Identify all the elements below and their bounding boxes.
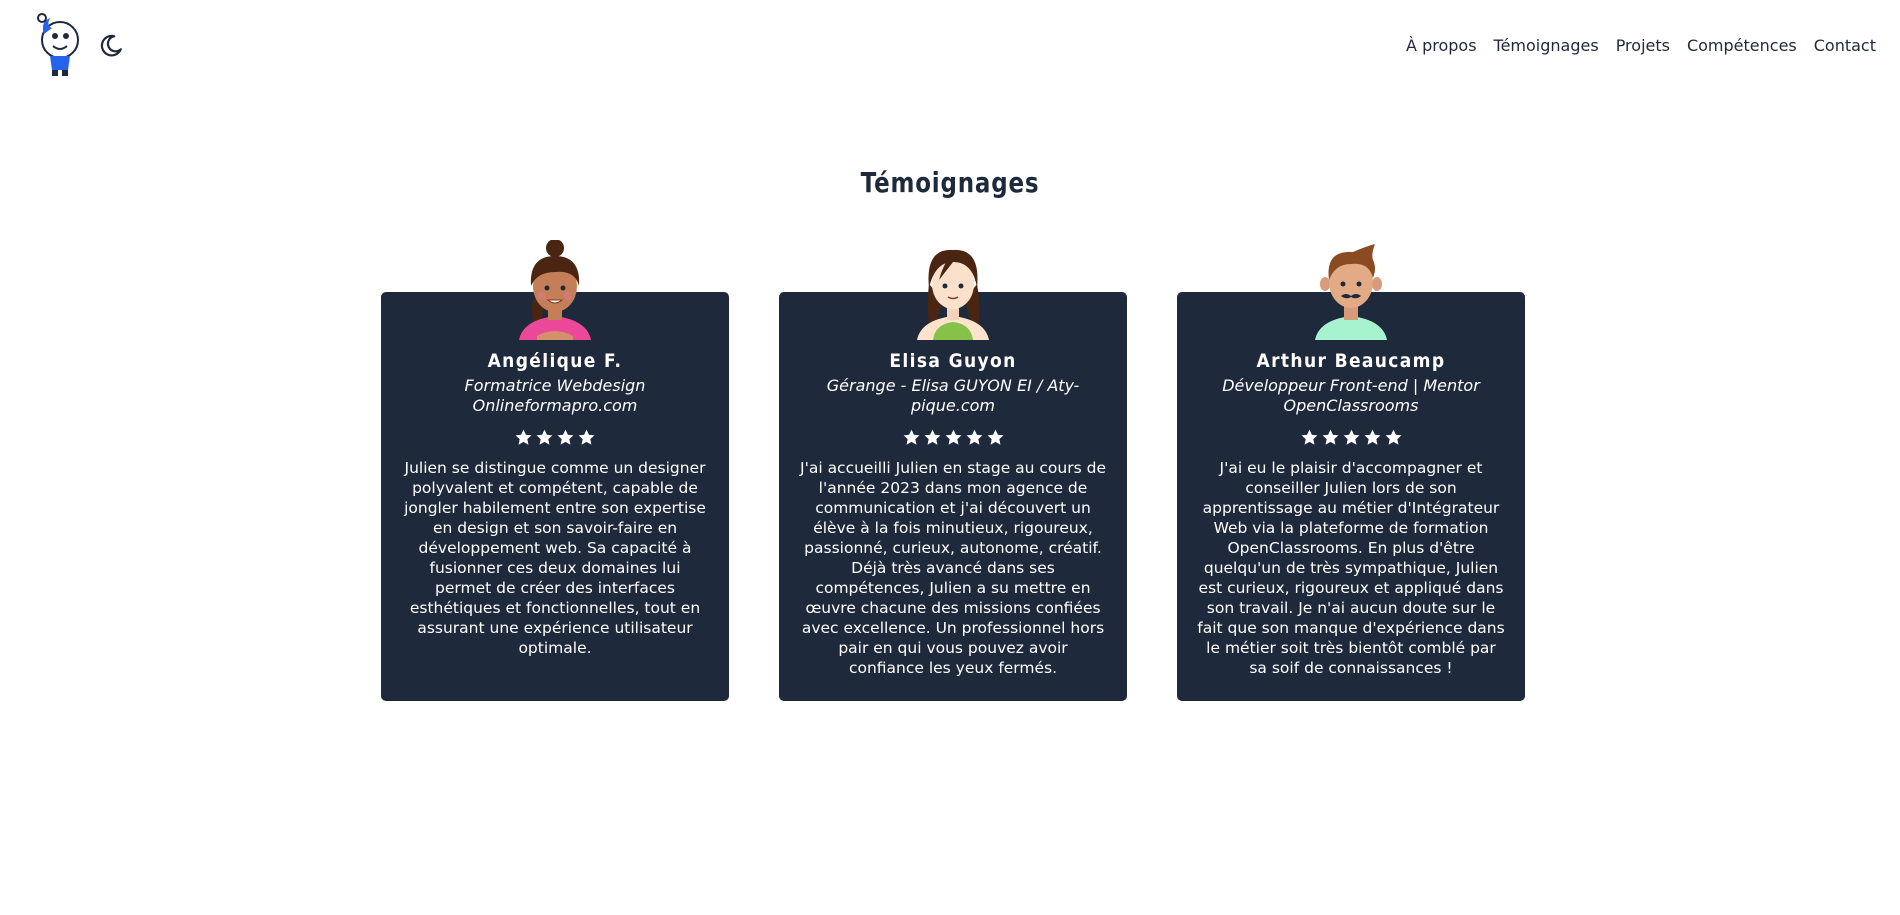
author-name: Angélique F. (487, 350, 623, 372)
star-icon (903, 429, 919, 445)
star-icon (966, 429, 982, 445)
testimonial-text: J'ai eu le plaisir d'accompagner et cons… (1197, 459, 1505, 677)
site-header: À propos Témoignages Projets Compétences… (0, 0, 1900, 95)
star-rating (799, 428, 1107, 448)
star-icon (515, 429, 532, 445)
nav-link-contact[interactable]: Contact (1814, 36, 1876, 55)
star-icon (924, 429, 940, 445)
nav-link-projets[interactable]: Projets (1616, 36, 1670, 55)
star-icon (1322, 429, 1338, 445)
moon-icon[interactable] (98, 33, 124, 59)
star-icon (1301, 429, 1317, 445)
star-rating (401, 428, 709, 448)
author-role: Formatrice Webdesign Onlineformapro.com (464, 376, 646, 415)
author-role: Développeur Front-end | Mentor OpenClass… (1222, 376, 1480, 415)
star-icon (536, 429, 553, 445)
star-icon (945, 429, 961, 445)
author-name: Elisa Guyon (889, 350, 1017, 372)
testimonial-card: Elisa Guyon Gérange - Elisa GUYON EI / A… (779, 249, 1127, 701)
nav-link-competences[interactable]: Compétences (1687, 36, 1797, 55)
star-icon (987, 429, 1003, 445)
main-nav: À propos Témoignages Projets Compétences… (1406, 36, 1876, 55)
woman-long-hair-avatar-icon (917, 249, 989, 340)
author-role: Gérange - Elisa GUYON EI / Aty-pique.com (826, 376, 1080, 415)
woman-bun-avatar-icon (519, 240, 591, 340)
star-icon (1364, 429, 1380, 445)
man-mustache-avatar-icon (1315, 244, 1387, 340)
star-icon (1385, 429, 1401, 445)
section-title: Témoignages (860, 166, 1040, 199)
testimonial-text: J'ai accueilli Julien en stage au cours … (800, 459, 1106, 677)
star-icon (1343, 429, 1359, 445)
star-icon (578, 429, 595, 445)
testimonial-card: Arthur Beaucamp Développeur Front-end | … (1177, 244, 1525, 701)
star-rating (1197, 428, 1505, 448)
star-icon (557, 429, 574, 445)
nav-link-a-propos[interactable]: À propos (1406, 36, 1476, 55)
author-name: Arthur Beaucamp (1256, 350, 1446, 372)
mascot-logo-icon[interactable] (36, 12, 82, 80)
testimonial-text: Julien se distingue comme un designer po… (404, 459, 706, 657)
testimonial-card: Angélique F. Formatrice Webdesign Online… (381, 240, 729, 701)
nav-link-temoignages[interactable]: Témoignages (1494, 36, 1599, 55)
